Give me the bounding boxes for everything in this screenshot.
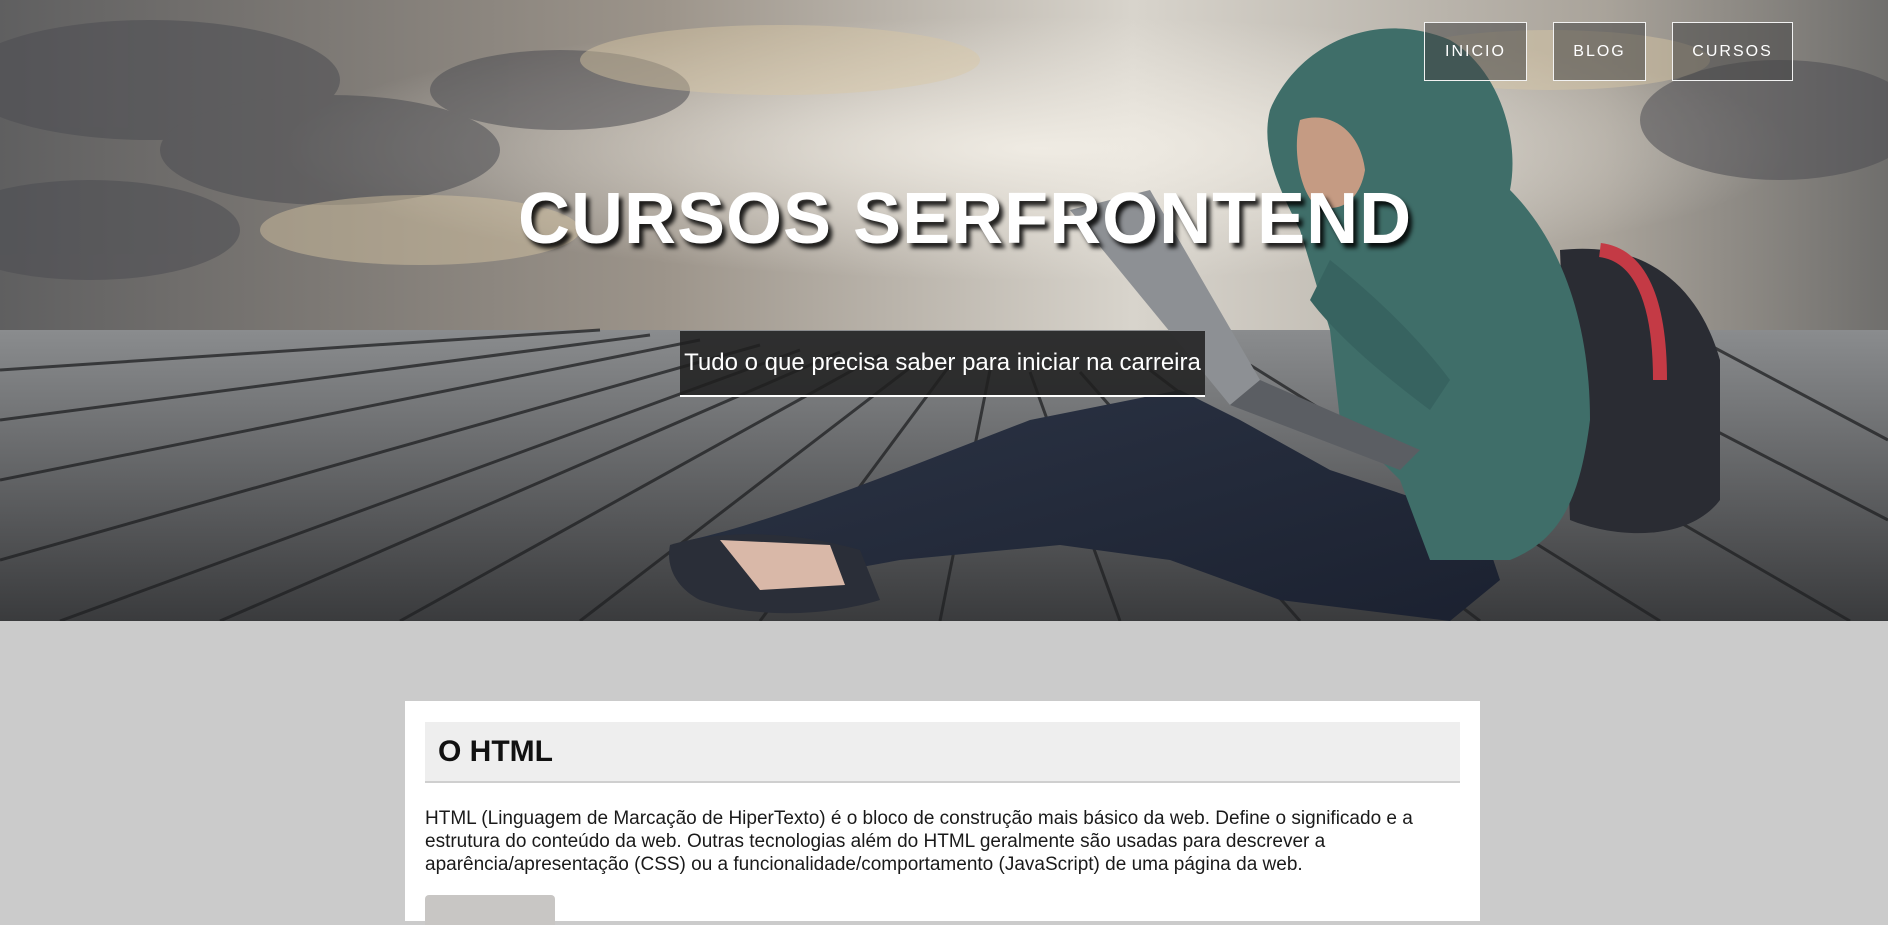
hero-background-image [0,0,1888,621]
hero-banner: INICIO BLOG CURSOS CURSOS SERFRONTEND Tu… [0,0,1888,621]
nav-cursos-button[interactable]: CURSOS [1672,22,1793,81]
main-nav: INICIO BLOG CURSOS [1424,22,1793,81]
nav-inicio-button[interactable]: INICIO [1424,22,1527,81]
section-body: HTML (Linguagem de Marcação de HiperText… [425,808,1413,875]
hero-title: CURSOS SERFRONTEND [518,179,1413,259]
read-more-button[interactable] [425,895,555,925]
section-title: O HTML [438,734,553,768]
card-header: O HTML [425,722,1460,783]
hero-subtitle: Tudo o que precisa saber para iniciar na… [680,331,1205,397]
nav-blog-button[interactable]: BLOG [1553,22,1646,81]
content-card: O HTML HTML (Linguagem de Marcação de Hi… [405,701,1480,925]
